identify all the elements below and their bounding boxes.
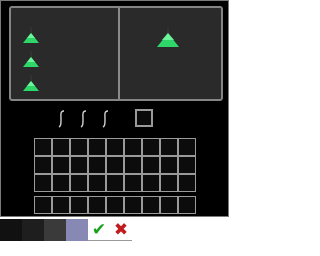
button-underline [88, 240, 132, 241]
green-cone-tree-icon[interactable] [21, 27, 41, 47]
inventory-slot[interactable] [52, 138, 70, 156]
inventory-slot[interactable] [124, 156, 142, 174]
inventory-slot[interactable] [160, 138, 178, 156]
inventory-slot[interactable] [70, 138, 88, 156]
hotbar-slot[interactable] [160, 196, 178, 214]
preview-divider [118, 8, 120, 99]
inventory-slot[interactable] [142, 174, 160, 192]
crafting-window [0, 0, 229, 217]
hook-icon[interactable] [101, 110, 111, 132]
hotbar-slot[interactable] [52, 196, 70, 214]
hotbar-slot[interactable] [106, 196, 124, 214]
inventory-slot[interactable] [34, 174, 52, 192]
inventory-slot[interactable] [142, 138, 160, 156]
hotbar-slot[interactable] [70, 196, 88, 214]
swatch-dark-gray-1[interactable] [22, 219, 44, 241]
color-swatches [0, 219, 88, 241]
inventory-slot[interactable] [34, 156, 52, 174]
hook-icon[interactable] [57, 110, 67, 132]
result-slot[interactable] [135, 109, 153, 127]
green-cone-tree-icon[interactable] [21, 51, 41, 71]
inventory-grid [34, 138, 196, 214]
inventory-slot[interactable] [52, 156, 70, 174]
hotbar-slot[interactable] [124, 196, 142, 214]
inventory-slot[interactable] [178, 156, 196, 174]
inventory-slot[interactable] [106, 156, 124, 174]
inventory-slot[interactable] [88, 174, 106, 192]
inventory-slot[interactable] [124, 174, 142, 192]
hotbar-slot[interactable] [142, 196, 160, 214]
inventory-slot[interactable] [178, 138, 196, 156]
confirm-checkmark-icon[interactable]: ✔ [88, 219, 110, 241]
green-cone-tree-icon[interactable] [21, 75, 41, 95]
inventory-slot[interactable] [88, 138, 106, 156]
swatch-slate-blue[interactable] [66, 219, 88, 241]
hotbar-slot[interactable] [88, 196, 106, 214]
inventory-slot[interactable] [34, 138, 52, 156]
inventory-slot[interactable] [52, 174, 70, 192]
swatch-black[interactable] [0, 219, 22, 241]
inventory-slot[interactable] [160, 156, 178, 174]
inventory-slot[interactable] [70, 156, 88, 174]
hotbar-slot[interactable] [34, 196, 52, 214]
inventory-slot[interactable] [106, 138, 124, 156]
hotbar-slot[interactable] [178, 196, 196, 214]
green-cone-tree-icon[interactable] [156, 28, 180, 50]
inventory-slot[interactable] [70, 174, 88, 192]
inventory-slot[interactable] [160, 174, 178, 192]
swatch-dark-gray-2[interactable] [44, 219, 66, 241]
preview-panel [9, 6, 223, 101]
inventory-slot[interactable] [88, 156, 106, 174]
inventory-slot[interactable] [124, 138, 142, 156]
inventory-slot[interactable] [106, 174, 124, 192]
hook-icon[interactable] [79, 110, 89, 132]
inventory-slot[interactable] [142, 156, 160, 174]
cancel-x-icon[interactable]: ✖ [110, 219, 132, 241]
inventory-slot[interactable] [178, 174, 196, 192]
